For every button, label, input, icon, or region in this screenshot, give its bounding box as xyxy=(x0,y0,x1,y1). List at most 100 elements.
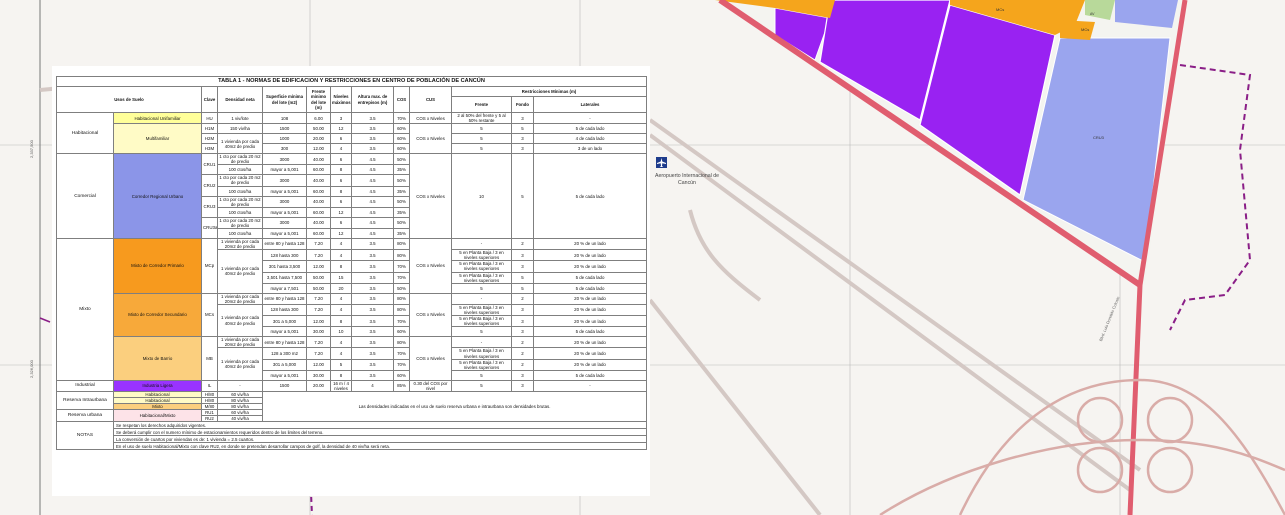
cat-reserva-intra: Reserva Intraurbana xyxy=(56,390,114,411)
cell: 1 cto por cada 20 m2 de predio xyxy=(217,174,263,187)
cell: 5 xyxy=(451,143,512,155)
cell: 2 xyxy=(511,237,534,251)
cell: 6 xyxy=(330,174,352,187)
cell: COS x Niveles xyxy=(409,336,452,381)
cell: 5 xyxy=(451,369,512,381)
cell: 20 % de un lado xyxy=(532,237,648,251)
header-usos: Usos de Suelo xyxy=(56,86,202,113)
cell: 50.00 xyxy=(306,282,331,294)
note-item: En el uso de suelo Habitacional/Mixto co… xyxy=(112,442,648,451)
cell: 3.5 xyxy=(351,143,394,155)
header-cus: CUS xyxy=(409,86,452,113)
cell: 50% xyxy=(393,195,410,208)
cell: 1 viv/lote xyxy=(217,111,263,125)
cell: 5 de cada lado xyxy=(532,326,648,338)
cell: 5 de cada lado xyxy=(532,271,648,284)
header-superficie: Superficie mínima del lote (m2) xyxy=(262,86,307,113)
cell: 70% xyxy=(393,271,410,284)
cell: 1 vivienda por cada 40m2 de predio xyxy=(217,133,263,155)
cell: H3M xyxy=(201,143,218,155)
cell: 1 vivienda por cada 40m2 de predio xyxy=(217,303,263,338)
cell: 7.20 xyxy=(306,336,331,349)
cell: 3 xyxy=(511,369,534,381)
cell: H2M xyxy=(201,133,218,145)
cell: mayor a 5,001 xyxy=(262,164,307,176)
zoning-table: TABLA 1 - NORMAS DE EDIFICACION Y RESTRI… xyxy=(55,76,648,451)
cell: 4 xyxy=(330,143,352,155)
cell: COS x Niveles xyxy=(409,153,452,239)
cell: 6 xyxy=(330,195,352,208)
cell: 50% xyxy=(393,282,410,294)
cell: 10 xyxy=(330,326,352,338)
cell: 7.20 xyxy=(306,303,331,317)
cell: 5 xyxy=(511,282,534,294)
cell: - xyxy=(451,336,512,349)
cell: - xyxy=(532,379,648,393)
cell: 100 ctos/ha xyxy=(217,227,263,239)
cell: 1 cto por cada 20 m2 de predio xyxy=(217,216,263,229)
cell: 1 cto por cada 20 m2 de predio xyxy=(217,195,263,208)
header-restricciones: Restricciones Mínimas (m) xyxy=(450,86,648,97)
cell: 3.5 xyxy=(351,133,394,145)
cell: 4 xyxy=(330,292,352,305)
cell: 12 xyxy=(330,123,352,135)
cell: 30.00 xyxy=(306,369,331,381)
cell: - xyxy=(532,111,648,125)
cell: 7.20 xyxy=(306,249,331,262)
cell: entre 80 y hasta 128 xyxy=(262,336,307,349)
header-r-fondo: Fondo xyxy=(511,96,534,113)
cell: 2 xyxy=(511,347,534,360)
cell: COS x Niveles xyxy=(409,111,452,125)
cell: 5 xyxy=(511,271,534,284)
cell: MCs xyxy=(201,292,218,338)
cell: 70% xyxy=(393,358,410,371)
cell: 3 xyxy=(511,379,534,393)
cell: 100 ctos/ha xyxy=(217,206,263,218)
subcat-il: Industria Ligera xyxy=(113,379,202,393)
cell: 5 xyxy=(451,379,512,393)
cell: 128 hasta 300 xyxy=(262,303,307,317)
cell: 4.5 xyxy=(351,216,394,229)
cell: 5 en Planta Baja / 3 en niveles superior… xyxy=(451,347,512,360)
cell: 5 de cada lado xyxy=(532,369,648,381)
cell: 20 % de un lado xyxy=(532,260,648,273)
cell: 3 xyxy=(511,326,534,338)
cell: CRU2 xyxy=(201,174,218,197)
cell: 5 xyxy=(451,326,512,338)
cell: 12.00 xyxy=(306,260,331,273)
cell: 3,501 hasta 7,500 xyxy=(262,271,307,284)
cell: 20 % de un lado xyxy=(532,249,648,262)
cell: 60% xyxy=(393,369,410,381)
cell: 60.00 xyxy=(306,227,331,239)
cell: 7.20 xyxy=(306,237,331,251)
cell: 5 en Planta Baja / 3 en niveles superior… xyxy=(451,358,512,371)
cell: 5 xyxy=(451,123,512,135)
cell: 80% xyxy=(393,292,410,305)
cell: 3.5 xyxy=(351,358,394,371)
cell: 3.5 xyxy=(351,271,394,284)
cell: 5 xyxy=(511,153,534,239)
cell: - xyxy=(451,292,512,305)
cell: CRU1 xyxy=(201,153,218,176)
cell: 3 xyxy=(511,143,534,155)
cell: 60% xyxy=(393,143,410,155)
subcat-hu: Habitacional Unifamiliar xyxy=(113,111,202,125)
cell: 3000 xyxy=(262,195,307,208)
cell: 108 xyxy=(262,111,307,125)
cat-industrial: Industrial xyxy=(56,379,114,393)
cell: 30.00 xyxy=(306,326,331,338)
cell: 12 xyxy=(330,206,352,218)
airport-label: Aeropuerto Internacional de Cancún xyxy=(654,173,720,186)
cell: 50% xyxy=(393,216,410,229)
cell: 60.00 xyxy=(306,164,331,176)
cell: 3 xyxy=(511,315,534,328)
cell: 5 en Planta Baja / 3 en niveles superior… xyxy=(451,249,512,262)
cell: 3.5 xyxy=(351,303,394,317)
cell: 1 vivienda por cada 20m2 de predio xyxy=(217,292,263,305)
table-title: TABLA 1 - NORMAS DE EDIFICACION Y RESTRI… xyxy=(55,76,648,87)
cell: 3 xyxy=(330,111,352,125)
cell: 5 de cada lado xyxy=(532,123,648,135)
cell: 5 en Planta Baja / 3 en niveles superior… xyxy=(451,271,512,284)
cell: 3 de un lado xyxy=(532,143,648,155)
header-niveles: Niveles máximos xyxy=(330,86,352,113)
